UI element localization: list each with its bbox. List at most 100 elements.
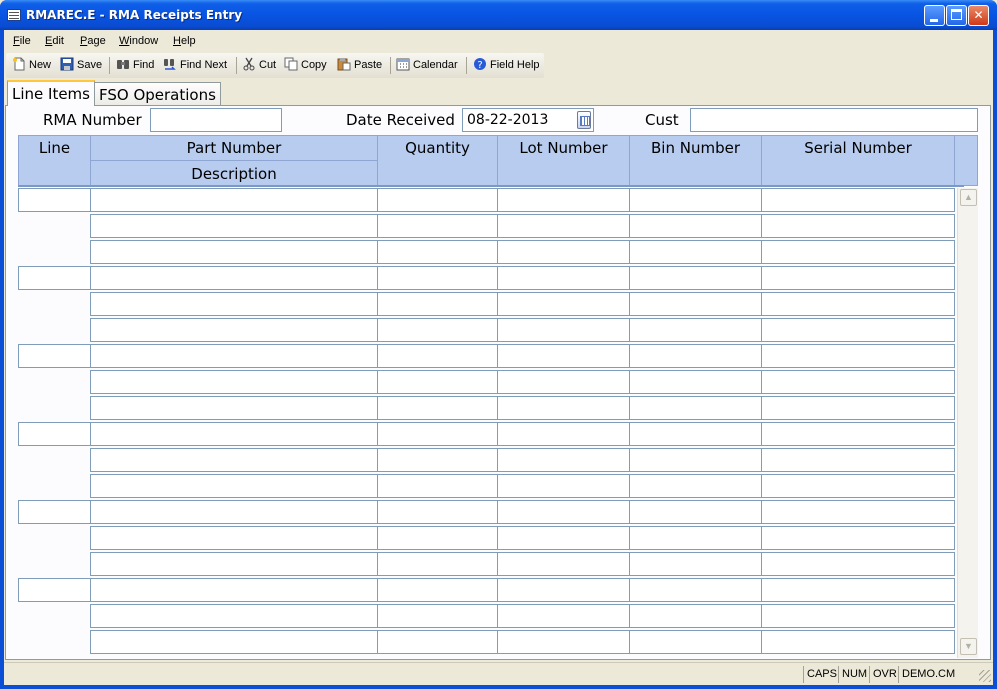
serial-number-cell[interactable] [761, 578, 955, 602]
bin-number-cell[interactable] [629, 240, 762, 264]
quantity-cell[interactable] [377, 448, 498, 472]
menu-edit[interactable]: Edit [45, 35, 64, 47]
bin-number-cell[interactable] [629, 318, 762, 342]
serial-number-cell[interactable] [761, 266, 955, 290]
bin-number-cell[interactable] [629, 448, 762, 472]
lot-number-cell[interactable] [497, 292, 630, 316]
lot-number-cell[interactable] [497, 266, 630, 290]
part-number-cell[interactable] [90, 448, 378, 472]
column-header-serial-number[interactable]: Serial Number [761, 135, 955, 186]
menu-file[interactable]: File [13, 35, 31, 47]
part-number-cell[interactable] [90, 214, 378, 238]
quantity-cell[interactable] [377, 344, 498, 368]
lot-number-cell[interactable] [497, 318, 630, 342]
lot-number-cell[interactable] [497, 552, 630, 576]
new-button[interactable]: New [12, 57, 51, 74]
quantity-cell[interactable] [377, 240, 498, 264]
quantity-cell[interactable] [377, 578, 498, 602]
bin-number-cell[interactable] [629, 500, 762, 524]
part-number-cell[interactable] [90, 266, 378, 290]
part-number-cell[interactable] [90, 318, 378, 342]
quantity-cell[interactable] [377, 318, 498, 342]
part-number-cell[interactable] [90, 578, 378, 602]
lot-number-cell[interactable] [497, 578, 630, 602]
resize-grip-icon[interactable] [979, 670, 991, 682]
lot-number-cell[interactable] [497, 188, 630, 212]
copy-button[interactable]: Copy [284, 57, 327, 74]
lot-number-cell[interactable] [497, 214, 630, 238]
bin-number-cell[interactable] [629, 474, 762, 498]
serial-number-cell[interactable] [761, 396, 955, 420]
lot-number-cell[interactable] [497, 396, 630, 420]
serial-number-cell[interactable] [761, 292, 955, 316]
quantity-cell[interactable] [377, 396, 498, 420]
app-icon[interactable] [7, 9, 21, 21]
tab-line-items[interactable]: Line Items [7, 80, 95, 106]
bin-number-cell[interactable] [629, 266, 762, 290]
serial-number-cell[interactable] [761, 604, 955, 628]
quantity-cell[interactable] [377, 266, 498, 290]
column-header-description[interactable]: Description [90, 160, 378, 186]
part-number-cell[interactable] [90, 240, 378, 264]
bin-number-cell[interactable] [629, 292, 762, 316]
part-number-cell[interactable] [90, 526, 378, 550]
bin-number-cell[interactable] [629, 188, 762, 212]
serial-number-cell[interactable] [761, 552, 955, 576]
part-number-cell[interactable] [90, 396, 378, 420]
lot-number-cell[interactable] [497, 526, 630, 550]
serial-number-cell[interactable] [761, 344, 955, 368]
part-number-cell[interactable] [90, 630, 378, 654]
lot-number-cell[interactable] [497, 344, 630, 368]
part-number-cell[interactable] [90, 370, 378, 394]
bin-number-cell[interactable] [629, 526, 762, 550]
quantity-cell[interactable] [377, 526, 498, 550]
field-help-button[interactable]: ? Field Help [473, 57, 540, 74]
serial-number-cell[interactable] [761, 370, 955, 394]
scroll-up-button[interactable]: ▲ [960, 189, 977, 206]
bin-number-cell[interactable] [629, 578, 762, 602]
find-button[interactable]: Find [116, 57, 154, 74]
bin-number-cell[interactable] [629, 370, 762, 394]
bin-number-cell[interactable] [629, 552, 762, 576]
line-cell[interactable] [18, 500, 91, 524]
quantity-cell[interactable] [377, 214, 498, 238]
column-header-part-number[interactable]: Part Number [90, 135, 378, 161]
calendar-button[interactable]: Calendar [396, 57, 458, 74]
menu-window[interactable]: Window [119, 35, 158, 47]
quantity-cell[interactable] [377, 604, 498, 628]
bin-number-cell[interactable] [629, 604, 762, 628]
close-button[interactable]: ✕ [968, 5, 989, 26]
minimize-button[interactable] [924, 5, 945, 26]
bin-number-cell[interactable] [629, 396, 762, 420]
part-number-cell[interactable] [90, 604, 378, 628]
paste-button[interactable]: Paste [337, 57, 382, 74]
serial-number-cell[interactable] [761, 500, 955, 524]
part-number-cell[interactable] [90, 422, 378, 446]
menu-page[interactable]: Page [80, 35, 106, 47]
line-cell[interactable] [18, 578, 91, 602]
lot-number-cell[interactable] [497, 422, 630, 446]
bin-number-cell[interactable] [629, 344, 762, 368]
serial-number-cell[interactable] [761, 448, 955, 472]
scroll-down-button[interactable]: ▼ [960, 638, 977, 655]
quantity-cell[interactable] [377, 500, 498, 524]
line-cell[interactable] [18, 344, 91, 368]
date-received-input[interactable]: 08-22-2013 [462, 108, 594, 132]
lot-number-cell[interactable] [497, 500, 630, 524]
serial-number-cell[interactable] [761, 630, 955, 654]
line-cell[interactable] [18, 188, 91, 212]
lot-number-cell[interactable] [497, 240, 630, 264]
part-number-cell[interactable] [90, 344, 378, 368]
serial-number-cell[interactable] [761, 188, 955, 212]
serial-number-cell[interactable] [761, 526, 955, 550]
serial-number-cell[interactable] [761, 214, 955, 238]
cut-button[interactable]: Cut [242, 57, 276, 74]
bin-number-cell[interactable] [629, 422, 762, 446]
quantity-cell[interactable] [377, 292, 498, 316]
serial-number-cell[interactable] [761, 474, 955, 498]
save-button[interactable]: Save [60, 57, 102, 74]
quantity-cell[interactable] [377, 474, 498, 498]
bin-number-cell[interactable] [629, 214, 762, 238]
grid-vertical-scrollbar[interactable]: ▲ ▼ [957, 188, 978, 658]
rma-number-input[interactable] [150, 108, 282, 132]
